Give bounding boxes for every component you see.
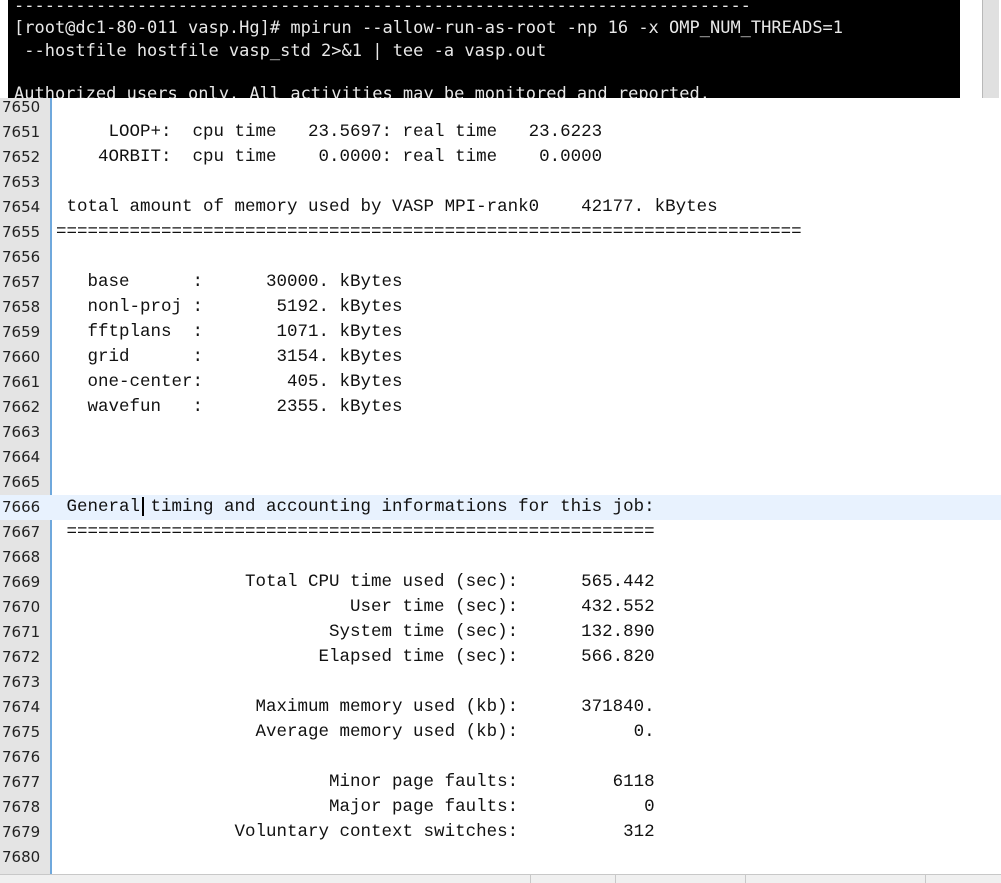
terminal-line: [root@dc1-80-011 vasp.Hg]# mpirun --allo… — [14, 18, 844, 38]
line-number: 7668 — [2, 548, 41, 566]
text-editor[interactable]: 7650 7651 LOOP+: cpu time 23.5697: real t… — [0, 98, 1001, 882]
line-text[interactable]: base : 30000. kBytes — [56, 270, 403, 295]
line-text[interactable]: Total CPU time used (sec): 565.442 — [56, 570, 655, 595]
line-number: 7669 — [2, 573, 41, 591]
line-text[interactable]: 4ORBIT: cpu time 0.0000: real time 0.000… — [56, 145, 602, 170]
editor-line[interactable]: 7668 — [0, 545, 1001, 570]
editor-line[interactable]: 7661 one-center: 405. kBytes — [0, 370, 1001, 395]
line-number: 7674 — [2, 698, 41, 716]
line-number: 7677 — [2, 773, 41, 791]
terminal-line: --hostfile hostfile vasp_std 2>&1 | tee … — [14, 41, 547, 61]
line-text[interactable]: one-center: 405. kBytes — [56, 370, 403, 395]
editor-line[interactable]: 7676 — [0, 745, 1001, 770]
line-text[interactable]: grid : 3154. kBytes — [56, 345, 403, 370]
editor-line[interactable]: 7656 — [0, 245, 1001, 270]
line-number: 7657 — [2, 273, 41, 291]
line-text[interactable]: Elapsed time (sec): 566.820 — [56, 645, 655, 670]
line-number: 7676 — [2, 748, 41, 766]
editor-line[interactable]: 7658 nonl-proj : 5192. kBytes — [0, 295, 1001, 320]
editor-line[interactable]: 7662 wavefun : 2355. kBytes — [0, 395, 1001, 420]
line-text[interactable]: nonl-proj : 5192. kBytes — [56, 295, 403, 320]
line-number: 7664 — [2, 448, 41, 466]
line-number: 7662 — [2, 398, 41, 416]
line-number: 7667 — [2, 523, 41, 541]
line-text[interactable]: ========================================… — [56, 520, 655, 545]
terminal-frame — [960, 0, 1001, 98]
editor-line[interactable]: 7670 User time (sec): 432.552 — [0, 595, 1001, 620]
line-number: 7659 — [2, 323, 41, 341]
line-number: 7652 — [2, 148, 41, 166]
line-number: 7666 — [2, 498, 41, 516]
editor-line[interactable]: 7679 Voluntary context switches: 312 — [0, 820, 1001, 845]
line-number: 7655 — [2, 223, 41, 241]
line-number: 7673 — [2, 673, 41, 691]
terminal-line: Authorized users only. All activities ma… — [14, 84, 710, 98]
editor-line[interactable]: 7652 4ORBIT: cpu time 0.0000: real time … — [0, 145, 1001, 170]
line-number: 7656 — [2, 248, 41, 266]
editor-line[interactable]: 7653 — [0, 170, 1001, 195]
editor-line[interactable]: 7666 General timing and accounting infor… — [0, 495, 1001, 520]
line-number: 7678 — [2, 798, 41, 816]
text-cursor — [142, 497, 144, 516]
editor-line[interactable]: 7673 — [0, 670, 1001, 695]
line-text[interactable]: Voluntary context switches: 312 — [56, 820, 655, 845]
editor-line[interactable]: 7674 Maximum memory used (kb): 371840. — [0, 695, 1001, 720]
editor-line[interactable]: 7657 base : 30000. kBytes — [0, 270, 1001, 295]
scrollbar[interactable] — [982, 0, 999, 98]
line-number: 7661 — [2, 373, 41, 391]
line-number: 7672 — [2, 648, 41, 666]
line-number: 7663 — [2, 423, 41, 441]
line-text[interactable]: General timing and accounting informatio… — [56, 495, 655, 520]
line-text[interactable]: Minor page faults: 6118 — [56, 770, 655, 795]
line-number: 7671 — [2, 623, 41, 641]
editor-line[interactable]: 7667 ===================================… — [0, 520, 1001, 545]
line-text[interactable]: wavefun : 2355. kBytes — [56, 395, 403, 420]
line-number: 7650 — [2, 98, 41, 116]
line-number: 7653 — [2, 173, 41, 191]
editor-line[interactable]: 7664 — [0, 445, 1001, 470]
editor-line[interactable]: 7663 — [0, 420, 1001, 445]
editor-line[interactable]: 7659 fftplans : 1071. kBytes — [0, 320, 1001, 345]
line-text[interactable]: ========================================… — [56, 220, 802, 245]
line-number: 7654 — [2, 198, 41, 216]
editor-line[interactable]: 7660 grid : 3154. kBytes — [0, 345, 1001, 370]
editor-line[interactable]: 7651 LOOP+: cpu time 23.5697: real time … — [0, 120, 1001, 145]
line-text[interactable]: fftplans : 1071. kBytes — [56, 320, 403, 345]
editor-line[interactable]: 7680 — [0, 845, 1001, 870]
editor-line[interactable]: 7665 — [0, 470, 1001, 495]
line-number: 7660 — [2, 348, 41, 366]
editor-line[interactable]: 7677 Minor page faults: 6118 — [0, 770, 1001, 795]
line-text[interactable]: LOOP+: cpu time 23.5697: real time 23.62… — [56, 120, 603, 145]
line-text[interactable]: Major page faults: 0 — [56, 795, 655, 820]
line-number: 7670 — [2, 598, 41, 616]
line-number: 7651 — [2, 123, 41, 141]
editor-line[interactable]: 7654 total amount of memory used by VASP… — [0, 195, 1001, 220]
editor-line[interactable]: 7671 System time (sec): 132.890 — [0, 620, 1001, 645]
line-number: 7680 — [2, 848, 41, 866]
terminal-window[interactable]: ----------------------------------------… — [8, 0, 960, 98]
editor-line[interactable]: 7675 Average memory used (kb): 0. — [0, 720, 1001, 745]
terminal-line: ----------------------------------------… — [14, 0, 751, 16]
line-number: 7665 — [2, 473, 41, 491]
line-number: 7658 — [2, 298, 41, 316]
line-text[interactable]: total amount of memory used by VASP MPI-… — [56, 195, 718, 220]
line-text[interactable]: System time (sec): 132.890 — [56, 620, 655, 645]
line-text[interactable]: Average memory used (kb): 0. — [56, 720, 655, 745]
editor-line[interactable]: 7650 — [0, 98, 1001, 120]
line-number: 7679 — [2, 823, 41, 841]
editor-line[interactable]: 7669 Total CPU time used (sec): 565.442 — [0, 570, 1001, 595]
line-text[interactable]: Maximum memory used (kb): 371840. — [56, 695, 655, 720]
line-number: 7675 — [2, 723, 41, 741]
line-text[interactable]: User time (sec): 432.552 — [56, 595, 655, 620]
editor-line[interactable]: 7672 Elapsed time (sec): 566.820 — [0, 645, 1001, 670]
editor-line[interactable]: 7655 ====================================… — [0, 220, 1001, 245]
editor-line[interactable]: 7678 Major page faults: 0 — [0, 795, 1001, 820]
